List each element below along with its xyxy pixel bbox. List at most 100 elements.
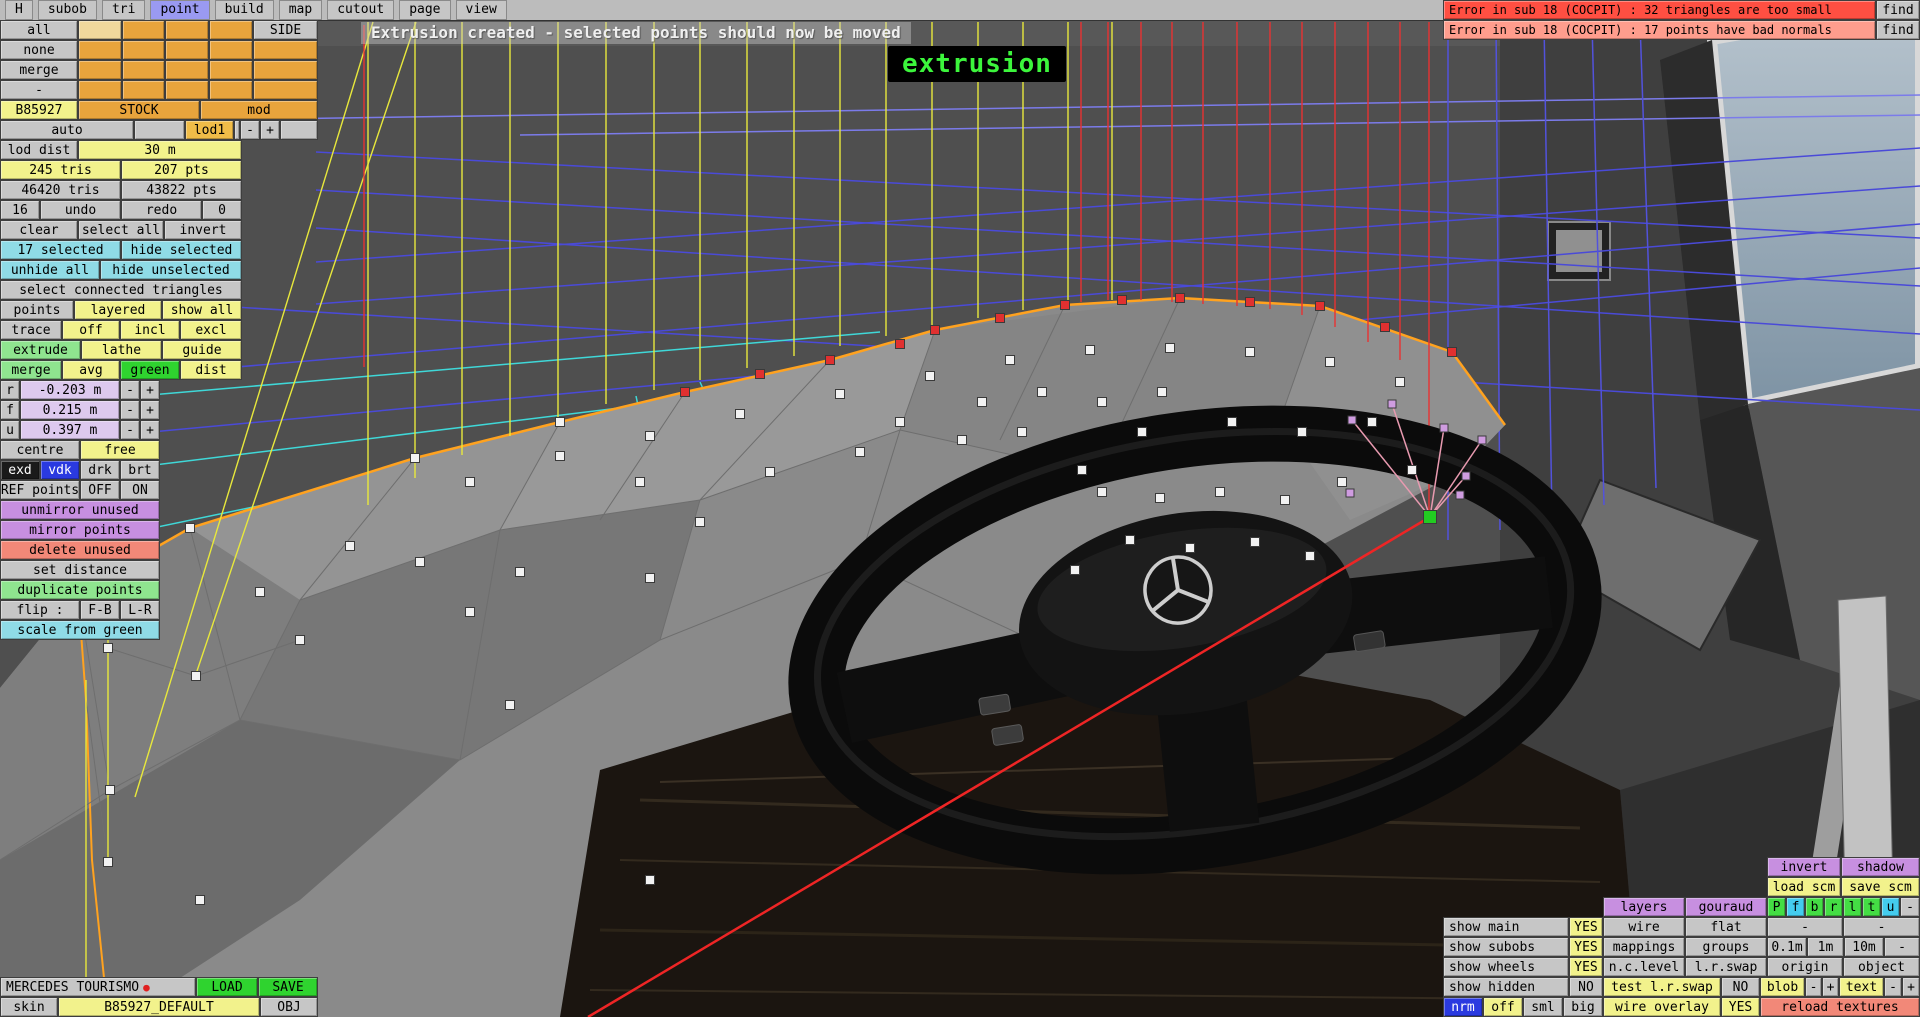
vdk-button[interactable]: vdk [40,460,80,480]
lr-swap-button[interactable]: l.r.swap [1685,957,1767,977]
find-button[interactable]: find [1876,20,1920,40]
material-slot[interactable] [122,40,165,60]
point-handle[interactable] [1215,487,1225,497]
load-scm-button[interactable]: load scm [1767,877,1841,897]
menu-item-h[interactable]: H [5,0,33,20]
channel-f-button[interactable]: f [1786,897,1805,917]
viewport-3d[interactable] [0,0,1920,1017]
find-button[interactable]: find [1876,0,1920,20]
dash-cell[interactable]: - [1767,917,1843,937]
point-handle[interactable] [415,557,425,567]
selected-point-handle[interactable] [1060,300,1070,310]
active-point-handle[interactable] [1423,510,1437,524]
undo-button[interactable]: undo [40,200,121,220]
text-plus-button[interactable]: + [1902,977,1920,997]
menu-item-build[interactable]: build [214,0,274,20]
invert-selection-button[interactable]: invert [164,220,242,240]
channel-u-button[interactable]: u [1881,897,1900,917]
point-handle[interactable] [555,417,565,427]
point-handle[interactable] [1280,495,1290,505]
side-button[interactable]: SIDE [253,20,318,40]
material-slot[interactable] [165,20,209,40]
stock-button[interactable]: STOCK [78,100,200,120]
menu-item-view[interactable]: view [455,0,507,20]
grid-10m-button[interactable]: 10m [1844,937,1884,957]
nrm-sml-button[interactable]: sml [1523,997,1563,1017]
unhide-all-button[interactable]: unhide all [0,260,100,280]
point-handle[interactable] [1367,417,1377,427]
extrude-button[interactable]: extrude [0,340,81,360]
skin-value[interactable]: B85927_DEFAULT [58,997,260,1017]
mirror-points-button[interactable]: mirror points [0,520,160,540]
reload-textures-button[interactable]: reload textures [1760,997,1920,1017]
flip-lr-button[interactable]: L-R [120,600,160,620]
blob-plus-button[interactable]: + [1822,977,1839,997]
material-slot[interactable] [122,20,165,40]
point-handle[interactable] [735,409,745,419]
menu-item-map[interactable]: map [278,0,323,20]
point-handle[interactable] [345,541,355,551]
blob-minus-button[interactable]: - [1805,977,1822,997]
extruded-point-handle[interactable] [1347,415,1357,425]
scale-from-green-button[interactable]: scale from green [0,620,160,640]
object-button[interactable]: object [1843,957,1920,977]
save-button[interactable]: SAVE [258,977,318,997]
layered-button[interactable]: layered [74,300,162,320]
point-handle[interactable] [1185,543,1195,553]
exd-button[interactable]: exd [0,460,40,480]
channel-p-button[interactable]: P [1767,897,1786,917]
selected-point-handle[interactable] [1117,295,1127,305]
extruded-point-handle[interactable] [1439,423,1449,433]
point-handle[interactable] [765,467,775,477]
ref-on-button[interactable]: ON [120,480,160,500]
point-handle[interactable] [465,607,475,617]
brt-button[interactable]: brt [120,460,160,480]
auto-button[interactable]: auto [0,120,134,140]
show-subobs-toggle[interactable]: YES [1569,937,1603,957]
mappings-button[interactable]: mappings [1603,937,1685,957]
channel-dash-button[interactable]: - [1900,897,1920,917]
channel-r-button[interactable]: r [1824,897,1843,917]
point-handle[interactable] [1305,551,1315,561]
guide-button[interactable]: guide [162,340,242,360]
show-wheels-toggle[interactable]: YES [1569,957,1603,977]
point-handle[interactable] [645,573,655,583]
selected-point-handle[interactable] [755,369,765,379]
wire-overlay-button[interactable]: wire overlay [1603,997,1721,1017]
trace-excl-button[interactable]: excl [180,320,242,340]
material-slot[interactable] [78,20,122,40]
material-slot[interactable] [122,80,165,100]
point-handle[interactable] [977,397,987,407]
material-slot[interactable] [78,60,122,80]
selected-point-handle[interactable] [1380,322,1390,332]
point-handle[interactable] [1165,343,1175,353]
duplicate-points-button[interactable]: duplicate points [0,580,160,600]
test-lr-swap-button[interactable]: test l.r.swap [1603,977,1721,997]
gouraud-button[interactable]: gouraud [1685,897,1767,917]
centre-button[interactable]: centre [0,440,80,460]
material-slot[interactable] [209,60,253,80]
menu-item-cutout[interactable]: cutout [327,0,395,20]
r-plus-button[interactable]: + [140,380,160,400]
clear-button[interactable]: clear [0,220,78,240]
point-handle[interactable] [1125,535,1135,545]
avg-button[interactable]: avg [62,360,120,380]
point-handle[interactable] [255,587,265,597]
selected-point-handle[interactable] [1245,297,1255,307]
trace-off-button[interactable]: off [62,320,120,340]
text-button[interactable]: text [1839,977,1884,997]
point-handle[interactable] [505,700,515,710]
point-handle[interactable] [1155,493,1165,503]
select-none-materials-button[interactable]: none [0,40,78,60]
selected-point-handle[interactable] [1175,293,1185,303]
point-handle[interactable] [895,417,905,427]
menu-item-tri[interactable]: tri [101,0,146,20]
lod-plus-button[interactable]: + [260,120,280,140]
lod1-button[interactable]: lod1 [185,120,234,140]
load-button[interactable]: LOAD [196,977,258,997]
point-handle[interactable] [1070,565,1080,575]
point-handle[interactable] [1395,377,1405,387]
point-handle[interactable] [1097,397,1107,407]
point-handle[interactable] [1297,427,1307,437]
show-all-button[interactable]: show all [162,300,242,320]
